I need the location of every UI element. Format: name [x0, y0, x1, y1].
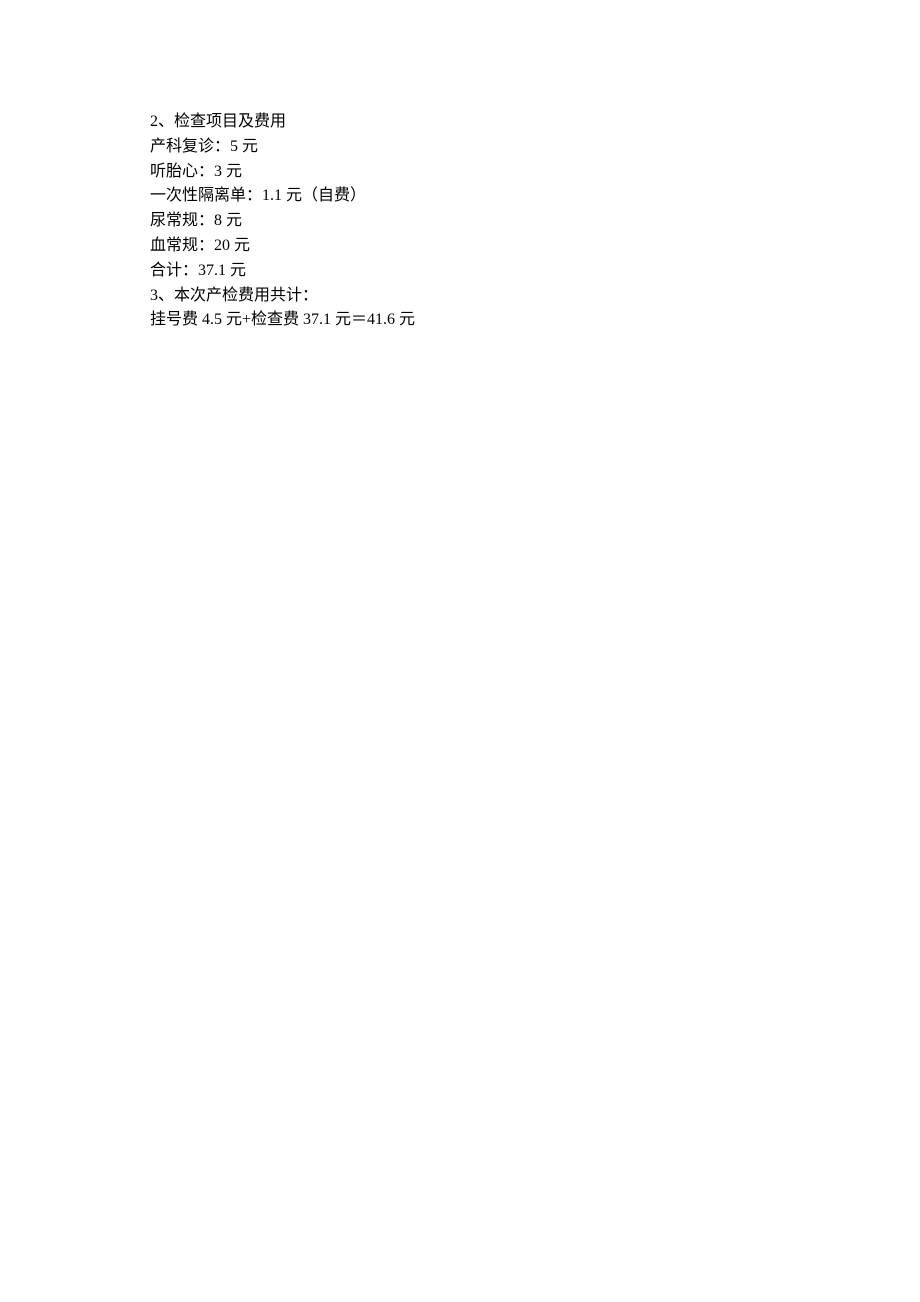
item-chanke-fuzhen: 产科复诊：5 元: [150, 135, 920, 160]
item-xue-changgui: 血常规：20 元: [150, 234, 920, 259]
item-ting-taixin: 听胎心：3 元: [150, 160, 920, 185]
section-heading-3: 3、本次产检费用共计：: [150, 284, 920, 309]
item-niao-changgui: 尿常规：8 元: [150, 209, 920, 234]
subtotal: 合计：37.1 元: [150, 259, 920, 284]
total-calculation: 挂号费 4.5 元+检查费 37.1 元＝41.6 元: [150, 308, 920, 333]
item-geli-dan: 一次性隔离单：1.1 元（自费）: [150, 184, 920, 209]
section-heading-2: 2、检查项目及费用: [150, 110, 920, 135]
